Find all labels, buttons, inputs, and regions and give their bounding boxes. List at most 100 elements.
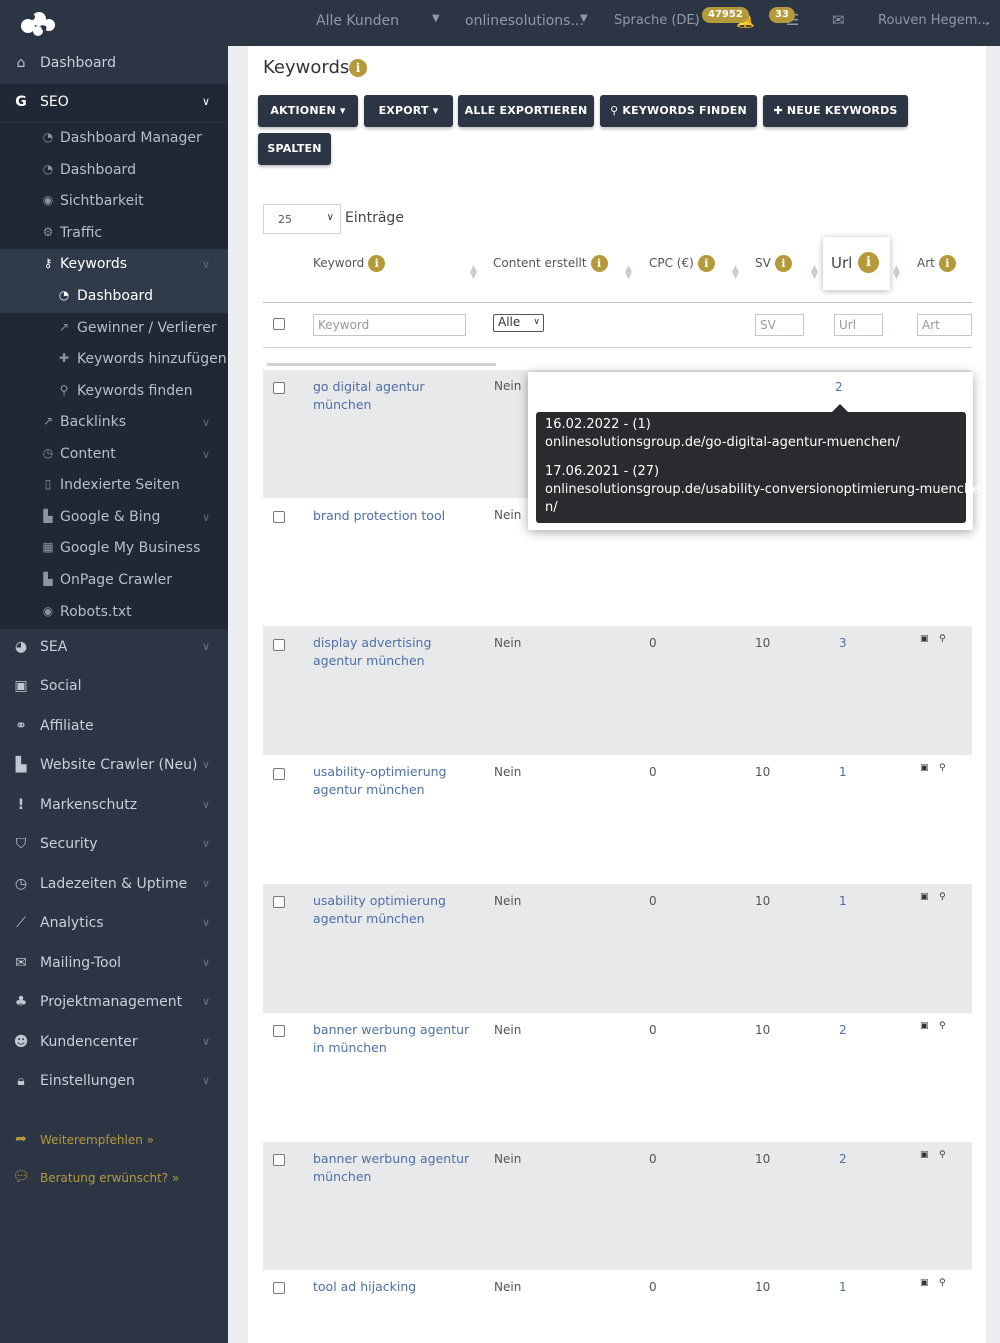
row-checkbox[interactable] [273,639,285,651]
sidebar-item-ladezeiten[interactable]: ◷ Ladezeiten & Uptime ∨ [0,866,228,904]
keyword-link[interactable]: banner werbung agentur in münchen [313,1021,483,1057]
url-count-link[interactable]: 1 [839,1280,847,1294]
beratung-link[interactable]: 💬︎ Beratung erwünscht? » [0,1167,228,1191]
sidebar-sub-traffic[interactable]: ⚙ Traffic [0,218,228,250]
select-all-checkbox[interactable] [273,318,285,330]
envelope-icon[interactable]: ✉ [832,11,845,29]
sidebar-item-kundencenter[interactable]: ☻ Kundencenter ∨ [0,1024,228,1062]
image-icon[interactable]: ▣ [920,634,929,644]
sidebar-item-website-crawler[interactable]: ▙ Website Crawler (Neu) ∨ [0,747,228,785]
sort-icon[interactable]: ▲ ▼ [893,265,900,281]
export-button[interactable]: EXPORT ▾ [364,95,453,127]
column-header-sv[interactable]: SV i [755,255,792,272]
url-count-link[interactable]: 2 [839,1152,847,1166]
sidebar-item-sea[interactable]: ◕ SEA ∨ [0,629,228,667]
row-checkbox[interactable] [273,382,285,394]
sidebar-item-seo[interactable]: G SEO ∨ [0,84,228,122]
row-checkbox[interactable] [273,1282,285,1294]
language-chevron-icon[interactable]: ⌄ [692,17,700,28]
sv-filter-input[interactable]: SV [755,314,804,336]
sidebar-sub-indexierte-seiten[interactable]: ▯ Indexierte Seiten [0,470,228,502]
language-select[interactable]: Sprache (DE) [614,13,700,28]
info-icon[interactable]: i [590,255,608,272]
content-filter-select[interactable]: Alle ∨ [493,314,544,332]
sidebar-sub-content[interactable]: ◷ Content ∨ [0,439,228,471]
sidebar-item-dashboard[interactable]: ⌂ Dashboard [0,45,228,83]
info-icon[interactable]: i [938,255,956,272]
sidebar-item-analytics[interactable]: ⟋ Analytics ∨ [0,905,228,943]
customer-select[interactable]: Alle Kunden [316,13,399,29]
keyword-link[interactable]: display advertising agentur münchen [313,634,483,670]
customer-caret-icon[interactable]: ▼ [432,13,440,24]
weiterempfehlen-link[interactable]: ➦ Weiterempfehlen » [0,1129,228,1153]
image-icon[interactable]: ▣ [920,892,929,902]
sort-icon[interactable]: ▲ ▼ [732,265,739,281]
image-icon[interactable]: ▣ [920,1150,929,1160]
keyword-link[interactable]: tool ad hijacking [313,1278,483,1296]
keyword-link[interactable]: go digital agentur münchen [313,378,483,414]
sidebar-item-security[interactable]: ⛉ Security ∨ [0,826,228,864]
logo-icon[interactable] [18,8,58,38]
sidebar-item-social[interactable]: ▣ Social [0,668,228,706]
keyword-link[interactable]: usability optimierung agentur münchen [313,892,483,928]
row-checkbox[interactable] [273,511,285,523]
url-count-link[interactable]: 3 [839,636,847,650]
row-checkbox[interactable] [273,896,285,908]
sidebar-sub-dashboard[interactable]: ◔ Dashboard [0,155,228,187]
sidebar-sub-keywords[interactable]: ⚷ Keywords ∨ [0,249,228,281]
image-icon[interactable]: ▣ [920,1021,929,1031]
sidebar-sub-onpage-crawler[interactable]: ▙ OnPage Crawler [0,565,228,597]
search-icon[interactable]: ⚲ [939,1278,946,1288]
column-header-url[interactable]: Url i [823,237,890,290]
url-count-link[interactable]: 2 [835,380,843,394]
keyword-link[interactable]: usability-optimierung agentur münchen [313,763,483,799]
search-icon[interactable]: ⚲ [939,1021,946,1031]
sidebar-sub-google-my-business[interactable]: ▦ Google My Business [0,533,228,565]
info-icon[interactable]: i [858,252,879,273]
user-chevron-icon[interactable]: ⌄ [983,17,991,28]
keyword-link[interactable]: brand protection tool [313,507,483,525]
sidebar-sub-backlinks[interactable]: ↗ Backlinks ∨ [0,407,228,439]
sidebar-sub-robots-txt[interactable]: ◉ Robots.txt [0,597,228,629]
sidebar-sub-sichtbarkeit[interactable]: ◉ Sichtbarkeit [0,186,228,218]
neue-keywords-button[interactable]: ✚ NEUE KEYWORDS [763,95,908,127]
info-icon[interactable]: i [697,255,715,272]
url-filter-input[interactable]: Url [834,314,883,336]
art-filter-input[interactable]: Art [917,314,972,336]
sort-icon[interactable]: ▲ ▼ [625,265,632,281]
alle-exportieren-button[interactable]: ALLE EXPORTIEREN [458,95,594,127]
column-header-cpc[interactable]: CPC (€) i [649,255,715,272]
project-caret-icon[interactable]: ▼ [580,13,588,24]
sidebar-subsub-keywords-finden[interactable]: ⚲ Keywords finden [0,376,228,408]
sidebar-item-affiliate[interactable]: ⚭ Affiliate [0,708,228,746]
sidebar-subsub-gewinner-verlierer[interactable]: ↗ Gewinner / Verlierer [0,313,228,345]
search-icon[interactable]: ⚲ [939,634,946,644]
aktionen-button[interactable]: AKTIONEN ▾ [258,95,358,127]
sidebar-item-mailing-tool[interactable]: ✉ Mailing-Tool ∨ [0,945,228,983]
row-checkbox[interactable] [273,768,285,780]
keyword-link[interactable]: banner werbung agentur münchen [313,1150,483,1186]
row-checkbox[interactable] [273,1025,285,1037]
project-select[interactable]: onlinesolutions... [465,13,584,29]
search-icon[interactable]: ⚲ [939,1150,946,1160]
sidebar-subsub-keywords-hinzufuegen[interactable]: ✚ Keywords hinzufügen [0,344,228,376]
sidebar-item-einstellungen[interactable]: 🔒︎ Einstellungen ∨ [0,1063,228,1101]
column-header-art[interactable]: Art i [917,255,956,272]
url-count-link[interactable]: 2 [839,1023,847,1037]
sidebar-sub-dashboard-manager[interactable]: ◔ Dashboard Manager [0,123,228,155]
column-header-keyword[interactable]: Keyword i [313,255,386,272]
row-checkbox[interactable] [273,1154,285,1166]
page-size-select[interactable]: 25 ∨ [263,204,341,234]
url-count-link[interactable]: 1 [839,765,847,779]
image-icon[interactable]: ▣ [920,763,929,773]
sidebar-item-markenschutz[interactable]: ! Markenschutz ∨ [0,787,228,825]
sort-icon[interactable]: ▲ ▼ [470,265,477,281]
keywords-finden-button[interactable]: ⚲ KEYWORDS FINDEN [600,95,757,127]
url-count-link[interactable]: 1 [839,894,847,908]
spalten-button[interactable]: SPALTEN [258,133,331,165]
search-icon[interactable]: ⚲ [939,763,946,773]
sort-icon[interactable]: ▲ ▼ [811,265,818,281]
info-icon[interactable]: i [774,255,792,272]
sidebar-item-projektmanagement[interactable]: ♣ Projektmanagement ∨ [0,984,228,1022]
sidebar-subsub-dashboard[interactable]: ◔ Dashboard [0,281,228,313]
